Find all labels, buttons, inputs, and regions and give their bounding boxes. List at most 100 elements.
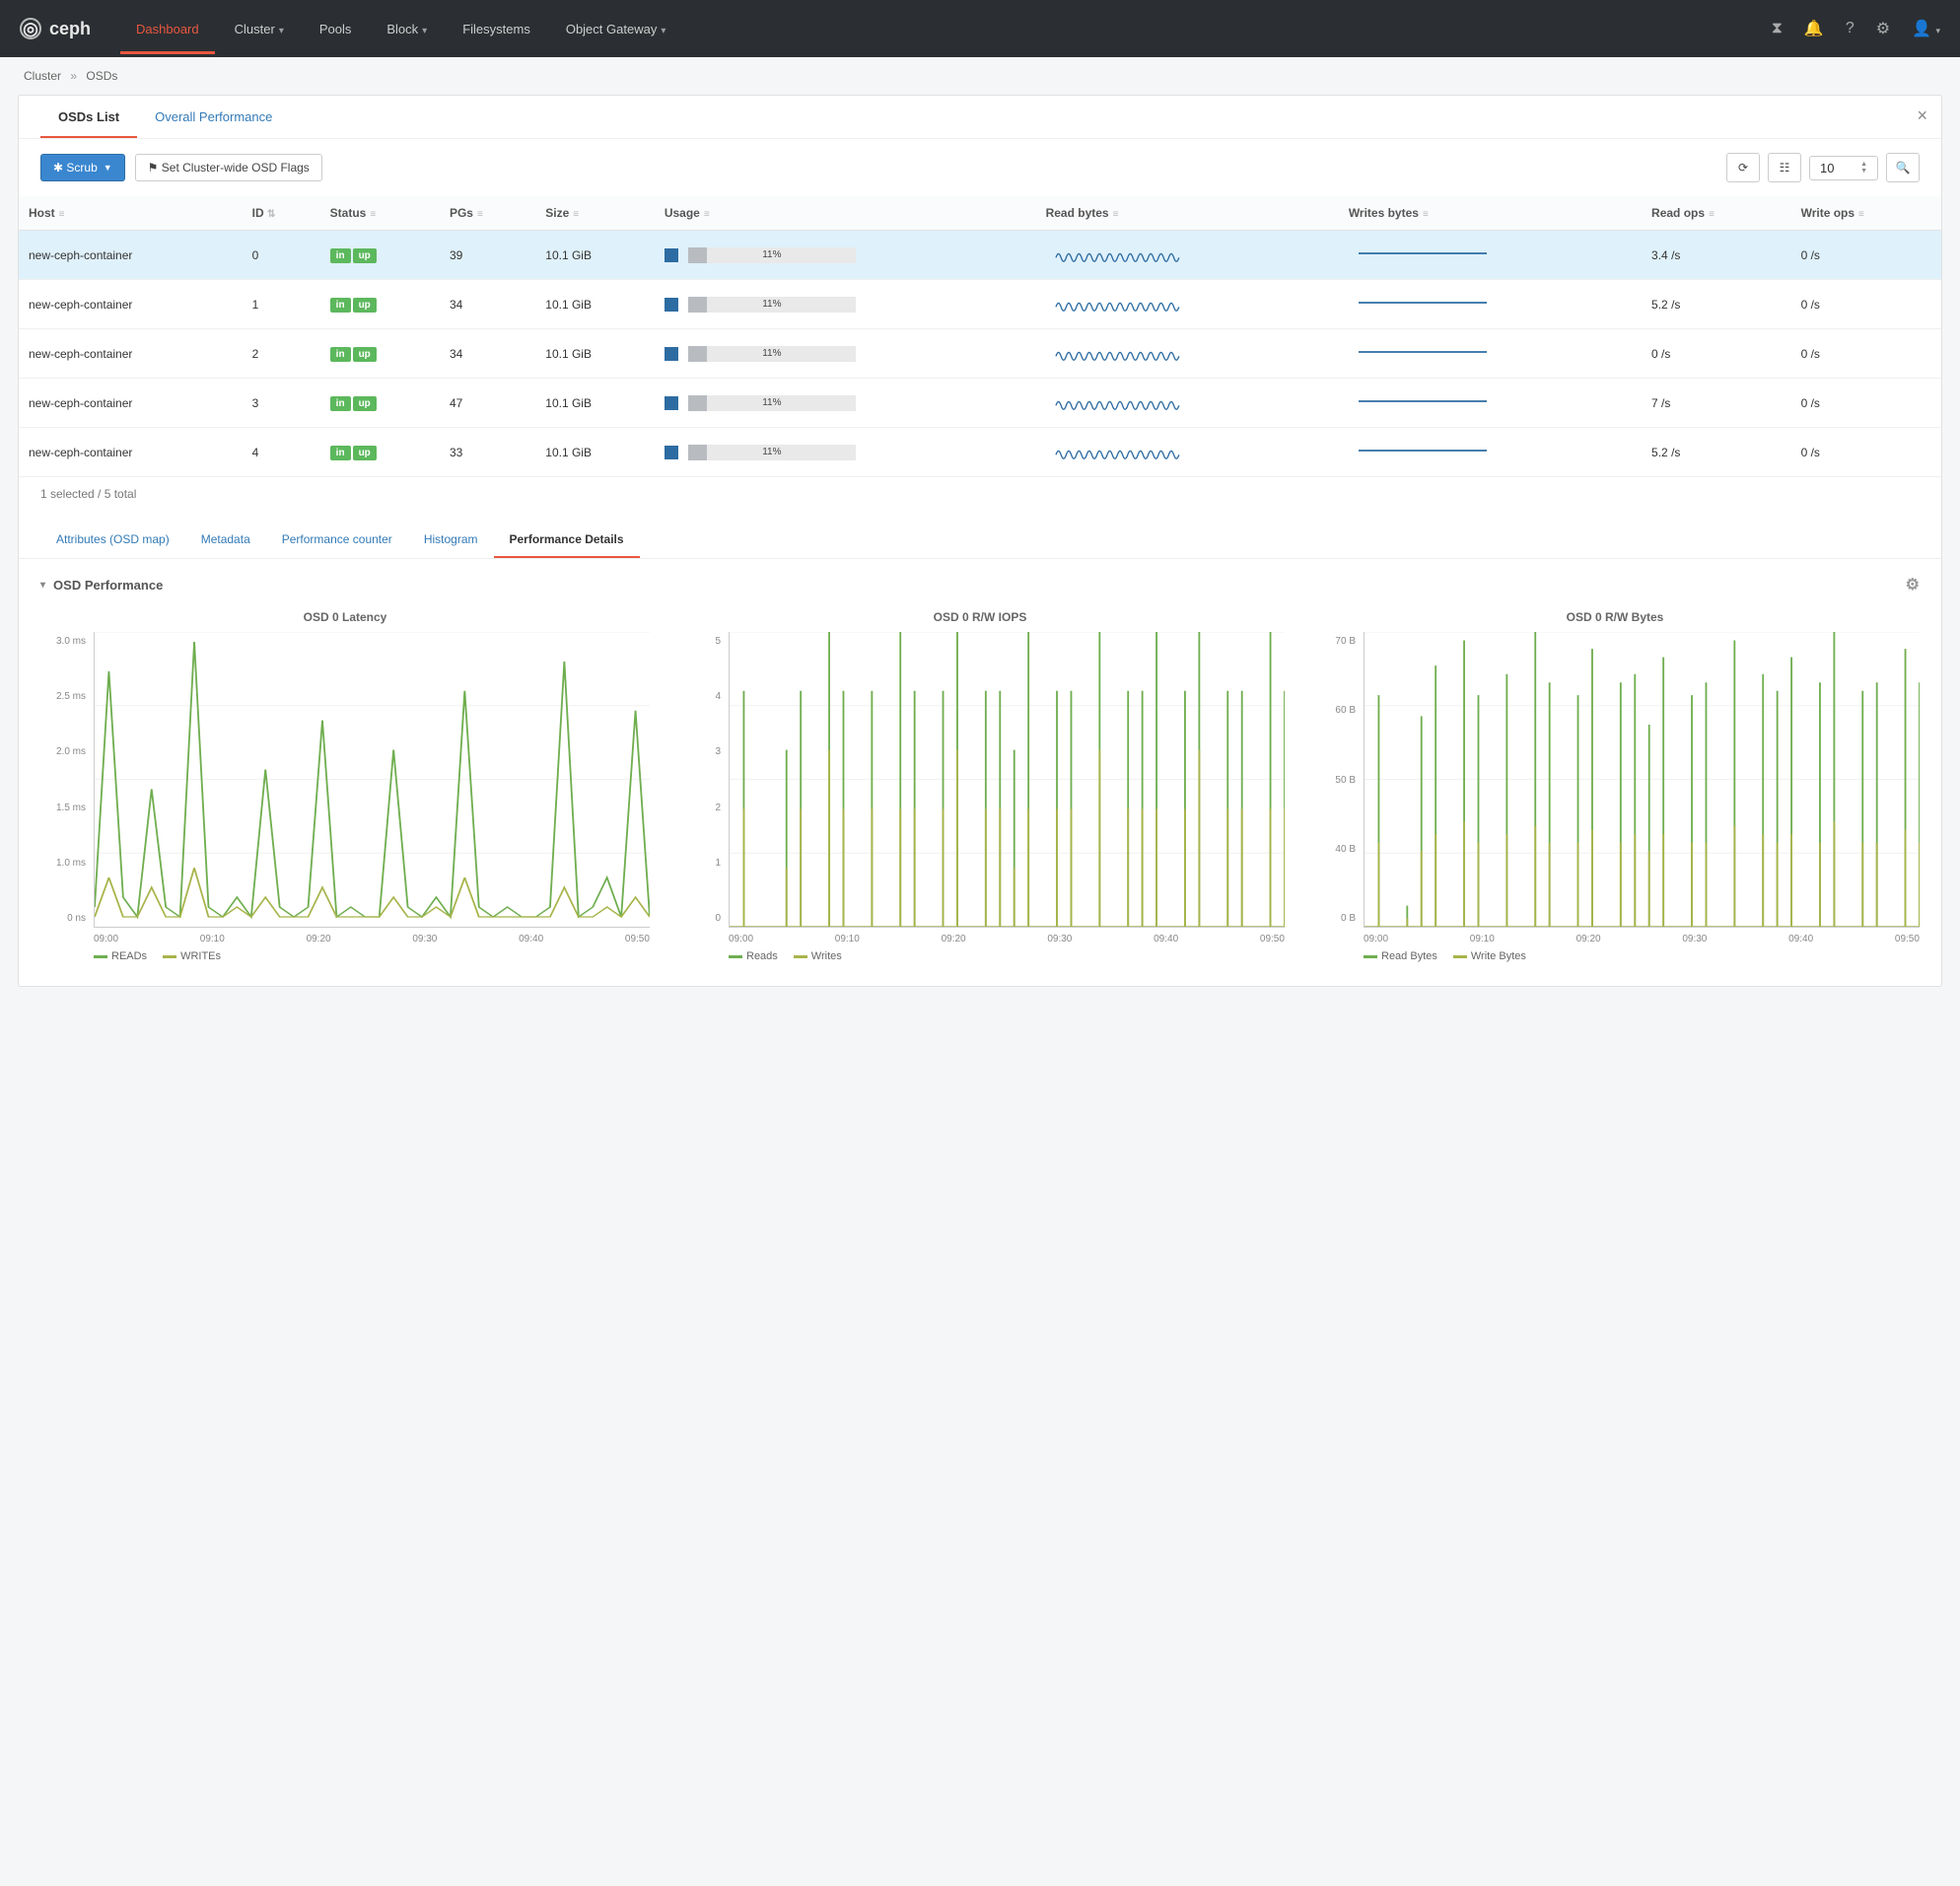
- nav-item-cluster[interactable]: Cluster▾: [219, 4, 300, 54]
- panel-iops-title: OSD 0 R/W IOPS: [675, 610, 1285, 624]
- notifications-icon[interactable]: 🔔: [1804, 19, 1824, 38]
- nav-utility-icons: ⧗ 🔔 ? ⚙ 👤 ▾: [1772, 19, 1940, 38]
- cell-writes-bytes: [1339, 231, 1642, 280]
- panel-bytes: OSD 0 R/W Bytes 70 B60 B50 B40 B0 B 09:0…: [1310, 610, 1920, 962]
- table-row[interactable]: new-ceph-container 4 in up 33 10.1 GiB 1…: [19, 428, 1941, 477]
- breadcrumb-root[interactable]: Cluster: [24, 69, 61, 83]
- nav-item-filesystems[interactable]: Filesystems: [447, 4, 546, 54]
- panel-latency: OSD 0 Latency 3.0 ms2.5 ms2.0 ms1.5 ms1.…: [40, 610, 650, 962]
- tasks-icon[interactable]: ⧗: [1772, 20, 1783, 37]
- panel-bytes-xaxis: 09:0009:1009:2009:3009:4009:50: [1364, 934, 1920, 944]
- table-row[interactable]: new-ceph-container 3 in up 47 10.1 GiB 1…: [19, 379, 1941, 428]
- search-button[interactable]: 🔍: [1886, 153, 1920, 182]
- nav-item-block[interactable]: Block▾: [371, 4, 443, 54]
- user-icon[interactable]: 👤 ▾: [1912, 19, 1940, 38]
- cell-host: new-ceph-container: [19, 231, 243, 280]
- table-row[interactable]: new-ceph-container 2 in up 34 10.1 GiB 1…: [19, 329, 1941, 379]
- col-read-ops[interactable]: Read ops≡: [1642, 196, 1791, 231]
- set-flags-button[interactable]: ⚑ Set Cluster-wide OSD Flags: [135, 154, 322, 181]
- table-row[interactable]: new-ceph-container 1 in up 34 10.1 GiB 1…: [19, 280, 1941, 329]
- panel-latency-title: OSD 0 Latency: [40, 610, 650, 624]
- breadcrumb-sep: »: [70, 69, 77, 83]
- panel-bytes-plot: [1364, 632, 1920, 928]
- cell-id: 4: [243, 428, 320, 477]
- usage-bar: 11%: [688, 297, 856, 313]
- usage-swatch-icon: [665, 347, 678, 361]
- cell-read-ops: 5.2 /s: [1642, 280, 1791, 329]
- cell-size: 10.1 GiB: [535, 428, 655, 477]
- cell-write-ops: 0 /s: [1791, 231, 1941, 280]
- nav-item-object-gateway[interactable]: Object Gateway▾: [550, 4, 682, 54]
- usage-bar: 11%: [688, 247, 856, 263]
- col-size[interactable]: Size≡: [535, 196, 655, 231]
- cell-write-ops: 0 /s: [1791, 428, 1941, 477]
- table-row[interactable]: new-ceph-container 0 in up 39 10.1 GiB 1…: [19, 231, 1941, 280]
- refresh-button[interactable]: ⟳: [1726, 153, 1760, 182]
- cell-read-bytes: [1036, 280, 1339, 329]
- status-badge-in: in: [330, 446, 351, 460]
- panel-latency-xaxis: 09:0009:1009:2009:3009:4009:50: [94, 934, 650, 944]
- osd-list-card: × OSDs List Overall Performance ✱ Scrub …: [18, 95, 1942, 987]
- subtab-perf-counter[interactable]: Performance counter: [266, 524, 408, 558]
- page-size-stepper[interactable]: 10 ▲▼: [1809, 156, 1878, 180]
- columns-icon: ☷: [1780, 161, 1790, 175]
- usage-swatch-icon: [665, 396, 678, 410]
- cell-id: 3: [243, 379, 320, 428]
- col-usage[interactable]: Usage≡: [655, 196, 1036, 231]
- panel-iops-xaxis: 09:0009:1009:2009:3009:4009:50: [729, 934, 1285, 944]
- scrub-button[interactable]: ✱ Scrub ▼: [40, 154, 125, 181]
- perf-section-title: OSD Performance: [53, 578, 163, 593]
- selection-summary: 1 selected / 5 total: [19, 477, 1941, 511]
- status-badge-up: up: [353, 446, 377, 460]
- usage-swatch-icon: [665, 446, 678, 459]
- col-read-bytes[interactable]: Read bytes≡: [1036, 196, 1339, 231]
- col-write-ops[interactable]: Write ops≡: [1791, 196, 1941, 231]
- cell-pgs: 34: [440, 280, 535, 329]
- columns-button[interactable]: ☷: [1768, 153, 1801, 182]
- nav-item-dashboard[interactable]: Dashboard: [120, 4, 215, 54]
- subtab-attributes[interactable]: Attributes (OSD map): [40, 524, 185, 558]
- breadcrumb-leaf: OSDs: [86, 69, 117, 83]
- tab-osds-list[interactable]: OSDs List: [40, 96, 137, 138]
- panel-iops-legend: Reads Writes: [729, 950, 1285, 962]
- cell-host: new-ceph-container: [19, 329, 243, 379]
- col-pgs[interactable]: PGs≡: [440, 196, 535, 231]
- cell-id: 0: [243, 231, 320, 280]
- chevron-down-icon: ▾: [661, 26, 665, 36]
- status-badge-in: in: [330, 347, 351, 362]
- close-icon[interactable]: ×: [1917, 105, 1927, 126]
- brand: ◎ ceph: [20, 18, 91, 39]
- gear-icon[interactable]: ⚙: [1906, 575, 1920, 594]
- cell-size: 10.1 GiB: [535, 280, 655, 329]
- cell-writes-bytes: [1339, 379, 1642, 428]
- table-toolbar: ✱ Scrub ▼ ⚑ Set Cluster-wide OSD Flags ⟳…: [19, 139, 1941, 196]
- top-nav: ◎ ceph DashboardCluster▾PoolsBlock▾Files…: [0, 0, 1960, 57]
- caret-down-icon[interactable]: ▾: [40, 580, 45, 591]
- cell-usage: 11%: [655, 231, 1036, 280]
- cell-status: in up: [320, 280, 440, 329]
- status-badge-in: in: [330, 396, 351, 411]
- cell-pgs: 39: [440, 231, 535, 280]
- subtab-metadata[interactable]: Metadata: [185, 524, 266, 558]
- status-badge-in: in: [330, 298, 351, 313]
- cell-read-ops: 7 /s: [1642, 379, 1791, 428]
- subtab-histogram[interactable]: Histogram: [408, 524, 494, 558]
- help-icon[interactable]: ?: [1846, 20, 1855, 37]
- cell-id: 2: [243, 329, 320, 379]
- col-host[interactable]: Host≡: [19, 196, 243, 231]
- cell-usage: 11%: [655, 329, 1036, 379]
- cell-id: 1: [243, 280, 320, 329]
- status-badge-up: up: [353, 248, 377, 263]
- cell-read-bytes: [1036, 231, 1339, 280]
- col-writes-bytes[interactable]: Writes bytes≡: [1339, 196, 1642, 231]
- chevron-down-icon: ▾: [279, 26, 284, 36]
- card-tabs: OSDs List Overall Performance: [19, 96, 1941, 139]
- cell-size: 10.1 GiB: [535, 231, 655, 280]
- nav-item-pools[interactable]: Pools: [304, 4, 368, 54]
- cell-writes-bytes: [1339, 329, 1642, 379]
- settings-icon[interactable]: ⚙: [1876, 19, 1890, 38]
- subtab-perf-details[interactable]: Performance Details: [494, 524, 640, 558]
- col-status[interactable]: Status≡: [320, 196, 440, 231]
- col-id[interactable]: ID ⇅: [243, 196, 320, 231]
- tab-overall-performance[interactable]: Overall Performance: [137, 96, 290, 138]
